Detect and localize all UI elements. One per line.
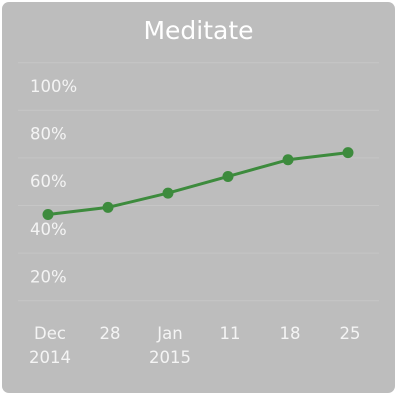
data-point	[342, 147, 354, 159]
data-point	[222, 170, 234, 182]
x-tick-label: 11	[220, 324, 241, 343]
y-tick-label: 60%	[30, 172, 67, 191]
x-tick-label: 25	[340, 324, 361, 343]
x-tick-label: 18	[280, 324, 301, 343]
habit-score-card: Meditate 100% 80% 60% 40% 20% Dec 2014 28 Jan 201…	[2, 2, 395, 393]
x-tick-year-label: 2015	[149, 348, 191, 367]
y-tick-label: 80%	[30, 125, 67, 144]
data-point	[162, 187, 174, 199]
x-tick-label: Jan	[156, 324, 182, 343]
x-tick-year-label: 2014	[29, 348, 71, 367]
data-point	[42, 209, 54, 221]
y-tick-label: 100%	[30, 77, 77, 96]
x-tick-label: 28	[100, 324, 121, 343]
score-line-chart: 100% 80% 60% 40% 20% Dec 2014 28 Jan 2015 11 18 25	[18, 62, 379, 367]
data-point	[282, 154, 294, 166]
x-tick-label: Dec	[34, 324, 66, 343]
y-tick-label: 20%	[30, 267, 67, 286]
data-point	[102, 201, 114, 213]
y-tick-label: 40%	[30, 220, 67, 239]
